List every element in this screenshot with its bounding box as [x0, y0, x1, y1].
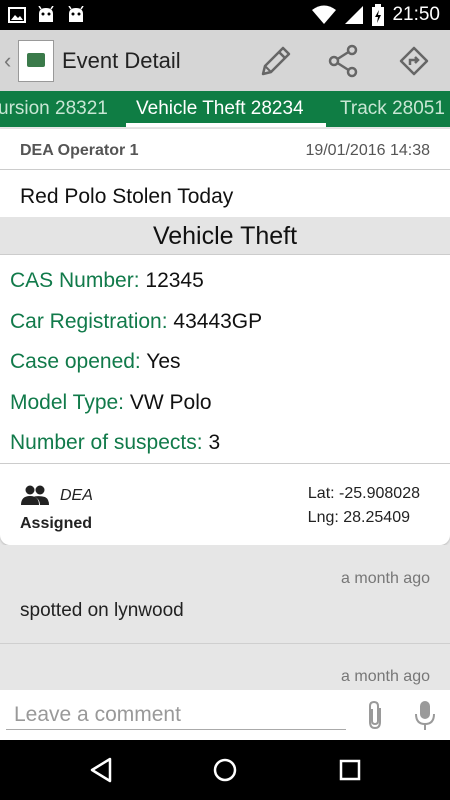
- tab-excursion[interactable]: ursion 28321: [0, 98, 108, 120]
- field-case-opened: Case opened: Yes: [10, 350, 181, 374]
- microphone-icon[interactable]: [414, 700, 436, 732]
- status-bar: 21:50: [0, 0, 450, 30]
- image-icon: [8, 7, 26, 23]
- field-label: Case opened:: [10, 350, 141, 373]
- attachment-icon[interactable]: [364, 700, 386, 730]
- event-tabs: ursion 28321 Vehicle Theft 28234 Track 2…: [0, 91, 450, 127]
- recents-icon[interactable]: [338, 756, 362, 784]
- app-logo[interactable]: [18, 40, 54, 82]
- wifi-icon: [312, 5, 337, 24]
- field-value: Yes: [146, 350, 181, 373]
- assigned-agency: DEA: [60, 487, 93, 504]
- field-number-of-suspects: Number of suspects: 3: [10, 431, 220, 455]
- divider: [0, 169, 450, 170]
- page-title: Event Detail: [62, 48, 181, 73]
- event-headline: Red Polo Stolen Today: [20, 185, 234, 208]
- comment-timestamp: a month ago: [341, 570, 430, 587]
- field-car-registration: Car Registration: 43443GP: [10, 310, 262, 334]
- clock: 21:50: [392, 4, 440, 25]
- signal-icon: [345, 6, 364, 24]
- tab-indicator: [126, 123, 326, 127]
- field-value: 3: [208, 431, 221, 454]
- battery-charging-icon: [372, 4, 385, 26]
- field-value: VW Polo: [129, 391, 212, 414]
- longitude: Lng: 28.25409: [307, 509, 410, 526]
- field-model-type: Model Type: VW Polo: [10, 391, 212, 415]
- field-label: Model Type:: [10, 391, 125, 414]
- divider: [0, 463, 450, 464]
- android-icon: [68, 6, 84, 22]
- field-value: 43443GP: [173, 310, 263, 333]
- status-badge: Assigned: [20, 515, 93, 532]
- event-card: DEA Operator 1 19/01/2016 14:38 Red Polo…: [0, 129, 450, 545]
- edit-pencil-icon: [261, 46, 291, 76]
- field-label: Car Registration:: [10, 310, 168, 333]
- people-icon: [21, 485, 49, 505]
- field-value: 12345: [145, 269, 204, 292]
- home-icon[interactable]: [211, 756, 239, 784]
- comment-timestamp: a month ago: [341, 668, 430, 685]
- field-cas-number: CAS Number: 12345: [10, 269, 204, 293]
- share-button[interactable]: [323, 42, 363, 80]
- comment-item: a month ago: [0, 644, 450, 690]
- comment-item: a month ago spotted on lynwood: [0, 545, 450, 643]
- event-category: Vehicle Theft: [0, 217, 450, 255]
- comment-input[interactable]: [6, 700, 346, 730]
- latitude: Lat: -25.908028: [307, 485, 420, 502]
- tab-vehicle-theft[interactable]: Vehicle Theft 28234: [136, 98, 304, 120]
- event-datetime: 19/01/2016 14:38: [305, 142, 430, 159]
- tab-track[interactable]: Track 28051: [340, 98, 445, 120]
- directions-icon: [399, 46, 429, 76]
- field-label: Number of suspects:: [10, 431, 203, 454]
- comment-bar: [0, 690, 450, 740]
- system-nav-bar: [0, 740, 450, 800]
- edit-button[interactable]: [255, 42, 295, 80]
- directions-button[interactable]: [394, 42, 434, 80]
- action-bar: ‹ Event Detail: [0, 30, 450, 91]
- comment-text: spotted on lynwood: [20, 600, 184, 621]
- share-icon: [328, 44, 358, 78]
- back-icon[interactable]: [88, 756, 114, 784]
- operator-name: DEA Operator 1: [20, 142, 139, 159]
- android-icon: [38, 6, 54, 22]
- field-label: CAS Number:: [10, 269, 140, 292]
- back-chevron-icon[interactable]: ‹: [4, 48, 11, 74]
